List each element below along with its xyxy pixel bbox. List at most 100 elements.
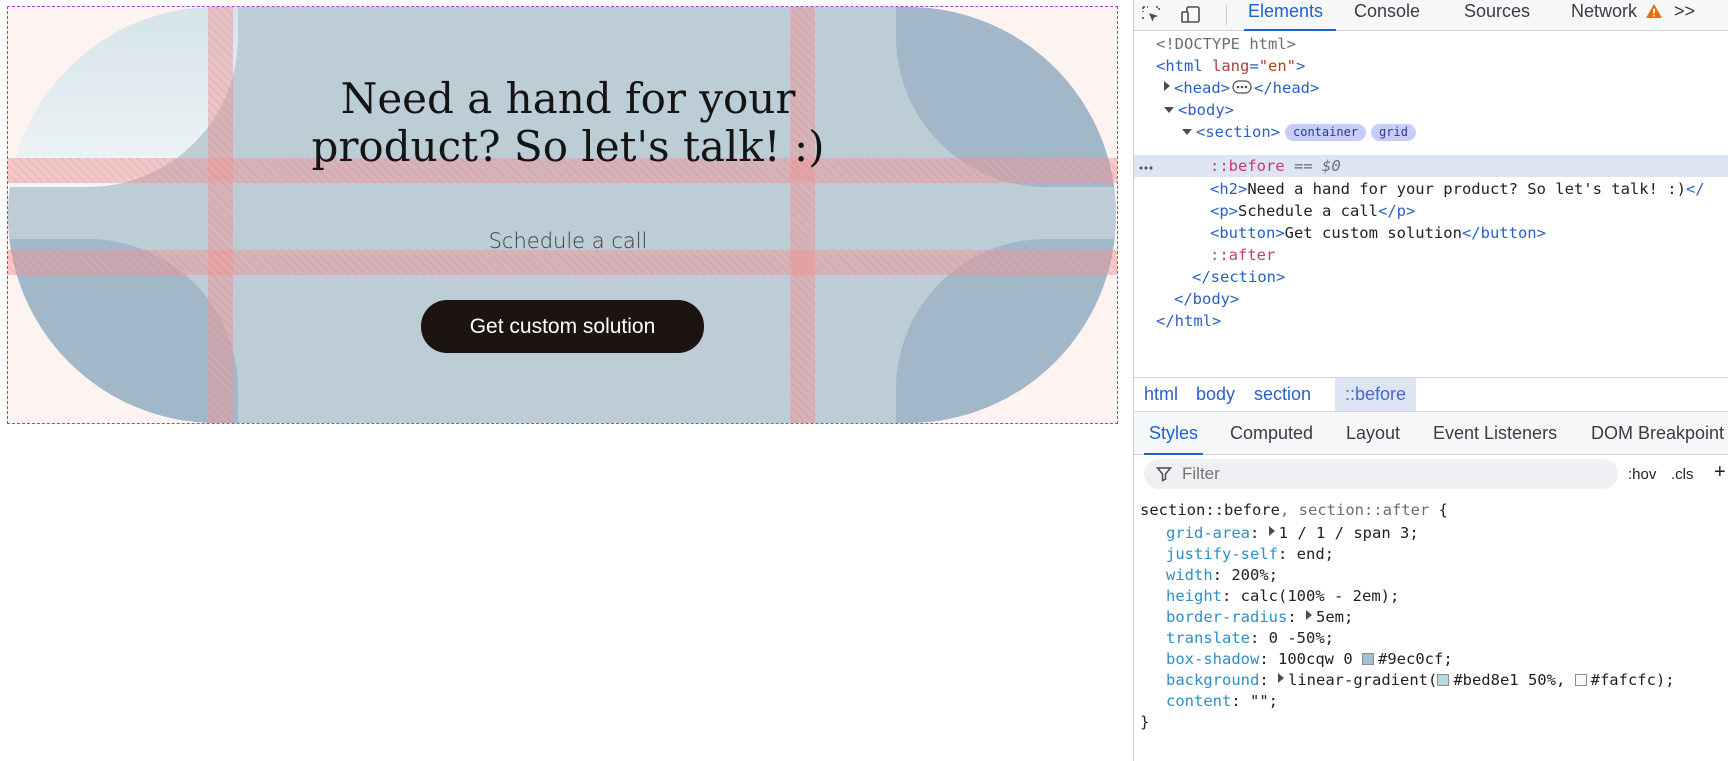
warning-icon (1645, 2, 1663, 24)
color-swatch[interactable] (1362, 653, 1374, 665)
breadcrumb-body[interactable]: body (1186, 378, 1245, 411)
hov-toggle[interactable]: :hov (1628, 466, 1656, 483)
html-open-tag: <html (1156, 57, 1203, 75)
dom-node-body-close[interactable]: </body> (1174, 288, 1239, 310)
lang-attr: lang (1212, 57, 1250, 75)
ellipsis-icon[interactable] (1232, 79, 1252, 101)
selected-marker: == $0 (1294, 157, 1341, 175)
subtab-computed[interactable]: Computed (1230, 412, 1313, 455)
prop-name: height (1166, 587, 1222, 605)
rule-selector[interactable]: section::before, section::after { (1140, 499, 1448, 521)
prop-name: content (1166, 692, 1232, 710)
subtab-styles[interactable]: Styles (1144, 412, 1204, 455)
prop-value: #bed8e1 50%, (1453, 671, 1566, 689)
prop-value: 200%; (1231, 566, 1279, 584)
prop-justify-self[interactable]: justify-self: end; (1166, 543, 1334, 565)
styles-filter-input[interactable] (1144, 459, 1618, 489)
tab-network-label: Network (1571, 1, 1638, 21)
breadcrumb-section[interactable]: section (1244, 378, 1321, 411)
dom-node-after[interactable]: ::after (1210, 244, 1275, 266)
preview-heading-line-1: Need a hand for your (340, 74, 796, 123)
button-text: Get custom solution (1284, 224, 1462, 242)
prop-name: grid-area (1166, 524, 1250, 542)
dom-node-body[interactable]: <body> (1164, 99, 1234, 121)
tab-console[interactable]: Console (1354, 0, 1420, 31)
section-open-tag: <section> (1196, 123, 1280, 141)
prop-value-prefix: 100cqw 0 (1278, 650, 1362, 668)
prop-name: translate (1166, 629, 1250, 647)
expand-shorthand-icon[interactable] (1306, 610, 1312, 620)
prop-value: calc(100% - 2em); (1240, 587, 1400, 605)
expand-head-icon[interactable] (1164, 81, 1170, 91)
h2-close-tag: </ (1685, 180, 1705, 198)
container-badge[interactable]: container (1285, 124, 1367, 141)
dom-node-html-close[interactable]: </html> (1156, 310, 1221, 332)
dom-node-head[interactable]: <head> </head> (1164, 77, 1319, 99)
expand-shorthand-icon[interactable] (1268, 526, 1275, 536)
prop-border-radius[interactable]: border-radius: 5em; (1166, 606, 1353, 628)
dom-node-p[interactable]: <p>Schedule a call</p> (1210, 200, 1415, 222)
dom-node-h2[interactable]: <h2>Need a hand for your product? So let… (1210, 178, 1705, 200)
prop-box-shadow[interactable]: box-shadow: 100cqw 0 #9ec0cf; (1166, 648, 1453, 670)
collapse-body-icon[interactable] (1164, 107, 1174, 113)
more-tabs-icon[interactable]: >> (1674, 0, 1695, 31)
subtab-dom-breakpoints[interactable]: DOM Breakpoint (1591, 412, 1724, 455)
breadcrumb-before[interactable]: ::before (1335, 378, 1417, 411)
new-rule-button[interactable]: + (1714, 461, 1726, 484)
button-open-tag: <button> (1210, 224, 1285, 242)
grid-gap-column-2 (790, 7, 815, 423)
prop-value: 1 / 1 / span 3; (1278, 524, 1419, 542)
grid-badge[interactable]: grid (1371, 124, 1416, 141)
inspect-element-icon[interactable] (1134, 0, 1168, 30)
prop-height[interactable]: height: calc(100% - 2em); (1166, 585, 1399, 607)
before-pseudo-label: ::before (1210, 157, 1285, 175)
preview-subtitle: Schedule a call (488, 229, 648, 253)
devtools-panel: Elements Console Sources Network >> <!DO… (1133, 0, 1728, 761)
tab-elements[interactable]: Elements (1244, 0, 1336, 31)
dom-node-section[interactable]: <section> container grid (1182, 121, 1416, 143)
filter-icon (1155, 466, 1173, 482)
grid-gap-row-2 (8, 250, 1117, 275)
collapse-section-icon[interactable] (1182, 129, 1192, 135)
body-open-tag: <body> (1178, 101, 1234, 119)
prop-translate[interactable]: translate: 0 -50%; (1166, 627, 1334, 649)
dom-doctype: <!DOCTYPE html> (1156, 35, 1296, 53)
expand-shorthand-icon[interactable] (1278, 673, 1284, 683)
device-toolbar-icon[interactable] (1174, 0, 1208, 30)
prop-name: width (1166, 566, 1213, 584)
devtools-tabbar: Elements Console Sources Network >> (1134, 0, 1728, 31)
dom-node-button[interactable]: <button>Get custom solution</button> (1210, 222, 1546, 244)
section-element-highlight: Need a hand for your product? So let's t… (7, 6, 1118, 424)
dom-node-before[interactable]: ::before == $0 (1210, 155, 1341, 177)
toolbar-separator (1226, 5, 1227, 25)
color-swatch-2[interactable] (1574, 674, 1587, 686)
rule-close-brace: } (1140, 713, 1150, 731)
dom-node-html[interactable]: <html lang="en"> (1156, 55, 1305, 77)
prop-grid-area[interactable]: grid-area: 1 / 1 / span 3; (1166, 522, 1419, 544)
breadcrumb-html[interactable]: html (1134, 378, 1188, 411)
subtab-event-listeners[interactable]: Event Listeners (1433, 412, 1557, 455)
prop-value: 0 -50%; (1268, 629, 1334, 647)
lang-value: "en" (1258, 57, 1297, 75)
prop-content[interactable]: content: ""; (1166, 690, 1278, 712)
tab-network[interactable]: Network (1571, 0, 1663, 31)
get-custom-solution-button[interactable]: Get custom solution (421, 300, 704, 353)
p-text: Schedule a call (1238, 202, 1378, 220)
selector-separator: , (1279, 501, 1299, 519)
color-swatch[interactable] (1437, 674, 1450, 686)
selector-secondary: section::after (1298, 501, 1430, 519)
prop-name: border-radius (1166, 608, 1288, 626)
prop-value-prefix: linear-gradient( (1288, 671, 1438, 689)
cls-toggle[interactable]: .cls (1671, 466, 1694, 483)
lang-eq: = (1249, 57, 1259, 75)
subtab-layout[interactable]: Layout (1346, 412, 1400, 455)
styles-pane: section::before, section::after { grid-a… (1134, 494, 1728, 761)
tab-sources[interactable]: Sources (1464, 0, 1530, 31)
prop-width[interactable]: width: 200%; (1166, 564, 1278, 586)
row-options-icon[interactable] (1138, 155, 1154, 177)
prop-background[interactable]: background: linear-gradient(#bed8e1 50%,… (1166, 669, 1675, 691)
h2-text: Need a hand for your product? So let's t… (1247, 180, 1686, 198)
dom-node-section-close[interactable]: </section> (1192, 266, 1285, 288)
styles-subtabs: Styles Computed Layout Event Listeners D… (1134, 412, 1728, 455)
prop-name: background (1166, 671, 1260, 689)
